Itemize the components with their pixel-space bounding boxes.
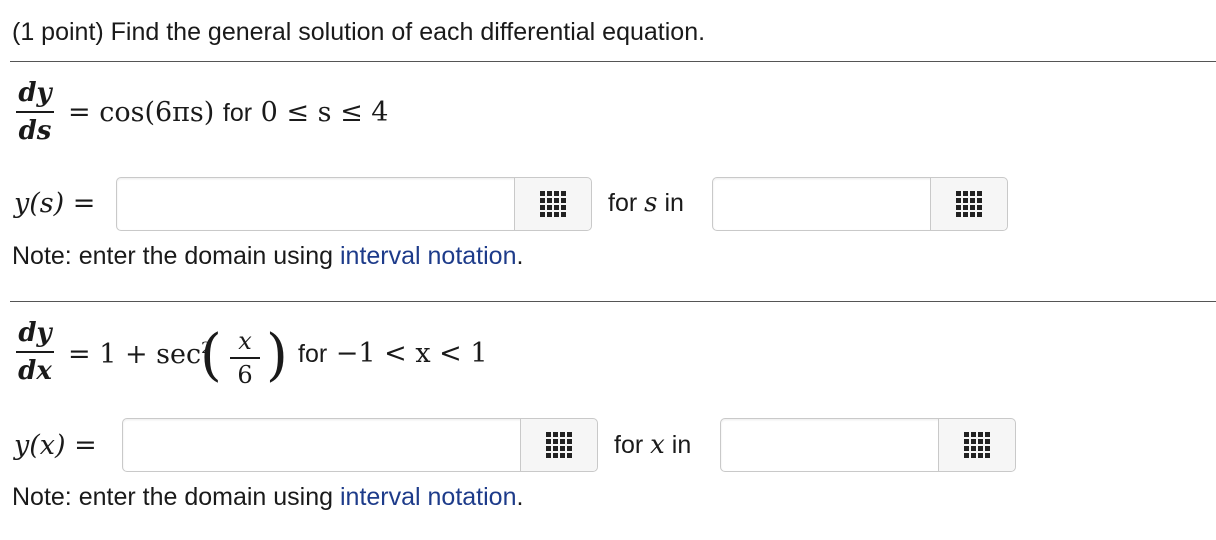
rhs-text: = 1 + sec bbox=[68, 339, 202, 370]
domain-field[interactable] bbox=[721, 178, 897, 230]
equation-editor-button[interactable] bbox=[520, 419, 597, 471]
for-label: for bbox=[614, 431, 644, 459]
equation-editor-button[interactable] bbox=[514, 178, 591, 230]
answer-field[interactable] bbox=[131, 419, 415, 471]
inner-fraction-bar bbox=[230, 357, 260, 359]
equation-rhs: = cos(6πs) for 0 ≤ s ≤ 4 bbox=[68, 97, 388, 128]
domain-field[interactable] bbox=[729, 419, 905, 471]
for-label: for bbox=[608, 189, 638, 217]
domain-condition: −1 < x < 1 bbox=[335, 338, 488, 369]
fraction-bar bbox=[16, 351, 54, 353]
domain-variable: s bbox=[644, 188, 658, 218]
answer-label: y(s) = bbox=[14, 188, 96, 219]
divider bbox=[10, 301, 1216, 302]
equation-rhs: = 1 + sec2 bbox=[68, 338, 211, 370]
rhs-text: = cos(6πs) bbox=[68, 97, 215, 128]
in-label: in bbox=[664, 189, 684, 217]
in-label: in bbox=[671, 431, 692, 459]
note-end: . bbox=[516, 483, 524, 511]
note-text: Note: enter the domain using bbox=[12, 242, 340, 270]
fraction-bar bbox=[16, 111, 54, 113]
domain-input[interactable] bbox=[712, 177, 1008, 231]
answer-input[interactable] bbox=[116, 177, 592, 231]
problem-header: (1 point) Find the general solution of e… bbox=[12, 18, 706, 46]
interval-notation-link[interactable]: interval notation bbox=[340, 483, 517, 511]
equation-editor-button[interactable] bbox=[938, 419, 1015, 471]
divider bbox=[10, 61, 1216, 62]
grid-icon bbox=[964, 432, 990, 458]
grid-icon bbox=[540, 191, 566, 217]
domain-label: for s in bbox=[608, 188, 684, 218]
inner-numerator: x bbox=[238, 327, 252, 355]
for-word: for bbox=[298, 340, 328, 368]
fraction: dy dx bbox=[16, 318, 54, 386]
domain-input[interactable] bbox=[720, 418, 1016, 472]
fraction: dy ds bbox=[16, 78, 54, 146]
inner-fraction-group: ( x 6 ) bbox=[200, 323, 292, 395]
fraction-numerator: dy bbox=[18, 318, 52, 348]
domain-variable: x bbox=[650, 430, 665, 460]
inner-denominator: 6 bbox=[237, 361, 253, 389]
note-text: Note: enter the domain using bbox=[12, 483, 340, 511]
answer-label: y(x) = bbox=[14, 430, 97, 461]
grid-icon bbox=[546, 432, 572, 458]
fraction-numerator: dy bbox=[18, 78, 52, 108]
right-paren: ) bbox=[266, 323, 288, 388]
equation-editor-button[interactable] bbox=[930, 178, 1007, 230]
left-paren: ( bbox=[200, 323, 222, 388]
fraction-denominator: ds bbox=[18, 116, 52, 146]
for-word: for bbox=[222, 99, 253, 127]
domain-clause: for −1 < x < 1 bbox=[298, 338, 488, 369]
note: Note: enter the domain using interval no… bbox=[12, 240, 523, 272]
note-end: . bbox=[516, 242, 524, 270]
domain-condition: 0 ≤ s ≤ 4 bbox=[260, 97, 389, 128]
answer-field[interactable] bbox=[125, 178, 409, 230]
grid-icon bbox=[956, 191, 982, 217]
answer-input[interactable] bbox=[122, 418, 598, 472]
interval-notation-link[interactable]: interval notation bbox=[340, 242, 517, 270]
domain-label: for x in bbox=[614, 430, 691, 460]
fraction-denominator: dx bbox=[18, 356, 52, 386]
inner-fraction: x 6 bbox=[230, 327, 260, 389]
note: Note: enter the domain using interval no… bbox=[12, 481, 523, 513]
